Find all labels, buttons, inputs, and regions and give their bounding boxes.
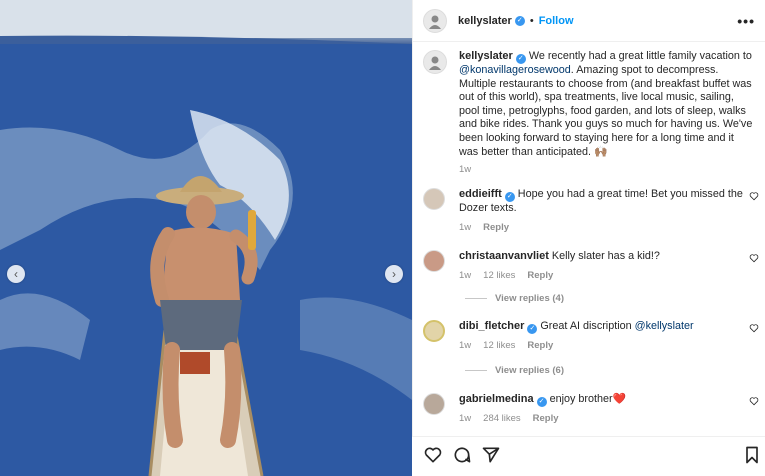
verified-icon: ✓: [504, 192, 515, 202]
heart-icon[interactable]: [749, 253, 759, 263]
comment-likes[interactable]: 12 likes: [483, 270, 515, 281]
more-icon[interactable]: •••: [737, 13, 755, 29]
view-replies-button[interactable]: View replies (6): [465, 365, 564, 376]
reply-button[interactable]: Reply: [527, 340, 553, 351]
avatar[interactable]: [423, 393, 445, 415]
caption-text: We recently had a great little family va…: [528, 50, 752, 62]
caption-username[interactable]: kellyslater: [459, 50, 513, 62]
comment-mention-link[interactable]: @kellyslater: [635, 320, 694, 332]
caption-text-rest: . Amazing spot to decompress. Multiple r…: [459, 64, 753, 158]
previous-slide-button[interactable]: ‹: [7, 265, 25, 283]
comment-text: Kelly slater has a kid!?: [551, 250, 660, 262]
comment-text: enjoy brother❤️: [549, 393, 627, 405]
reply-button[interactable]: Reply: [527, 270, 553, 281]
verified-icon: ✓: [536, 397, 547, 407]
comment-item: christaanvanvliet Kelly slater has a kid…: [423, 250, 763, 282]
avatar[interactable]: [423, 320, 445, 342]
comment-username[interactable]: christaanvanvliet: [459, 250, 549, 262]
view-replies-button[interactable]: View replies (4): [465, 293, 564, 304]
heart-icon[interactable]: [423, 445, 443, 465]
caption-time: 1w: [459, 164, 472, 176]
author-username[interactable]: kellyslater: [458, 15, 512, 27]
comment-item: dibi_fletcher ✓ Great AI discription @kel…: [423, 320, 763, 353]
comment-time: 1w: [459, 340, 472, 351]
chevron-right-icon: ›: [392, 267, 396, 281]
verified-icon: ✓: [514, 15, 525, 26]
action-bar: [412, 436, 765, 476]
avatar[interactable]: [423, 50, 447, 74]
comment-username[interactable]: eddieifft: [459, 188, 502, 200]
follow-button[interactable]: Follow: [539, 15, 574, 27]
heart-icon[interactable]: [749, 191, 759, 201]
reply-button[interactable]: Reply: [533, 413, 559, 424]
comment-icon[interactable]: [452, 445, 472, 465]
avatar[interactable]: [423, 188, 445, 210]
heart-icon[interactable]: [749, 396, 759, 406]
comment-likes[interactable]: 284 likes: [483, 413, 521, 424]
video-frame: [0, 0, 412, 476]
post-caption: kellyslater ✓ We recently had a great lit…: [423, 50, 758, 177]
avatar[interactable]: [423, 8, 447, 33]
comment-item: eddieifft ✓ Hope you had a great time! Be…: [423, 188, 763, 234]
verified-icon: ✓: [515, 54, 526, 64]
comment-time: 1w: [459, 413, 472, 424]
avatar[interactable]: [423, 250, 445, 272]
share-icon[interactable]: [481, 445, 501, 465]
comment-username[interactable]: gabrielmedina: [459, 393, 534, 405]
comment-time: 1w: [459, 269, 472, 281]
comment-username[interactable]: dibi_fletcher: [459, 320, 524, 332]
heart-icon[interactable]: [749, 323, 759, 333]
caption-mention-link[interactable]: @konavillagerosewood: [459, 64, 571, 76]
post-header: kellyslater ✓ • Follow •••: [413, 0, 765, 42]
verified-icon: ✓: [527, 324, 538, 334]
comment-time: 1w: [459, 221, 472, 233]
comment-text: Great AI discription: [540, 320, 632, 332]
reply-button[interactable]: Reply: [483, 222, 509, 233]
comment-item: gabrielmedina ✓ enjoy brother❤️ 1w 284 lik…: [423, 393, 763, 426]
post-media[interactable]: ‹ ›: [0, 0, 412, 476]
chevron-left-icon: ‹: [14, 267, 18, 281]
next-slide-button[interactable]: ›: [385, 265, 403, 283]
bookmark-icon[interactable]: [742, 445, 762, 465]
comment-likes[interactable]: 12 likes: [483, 340, 515, 351]
post-sidebar: kellyslater ✓ • Follow ••• kellyslater ✓ …: [412, 0, 765, 476]
